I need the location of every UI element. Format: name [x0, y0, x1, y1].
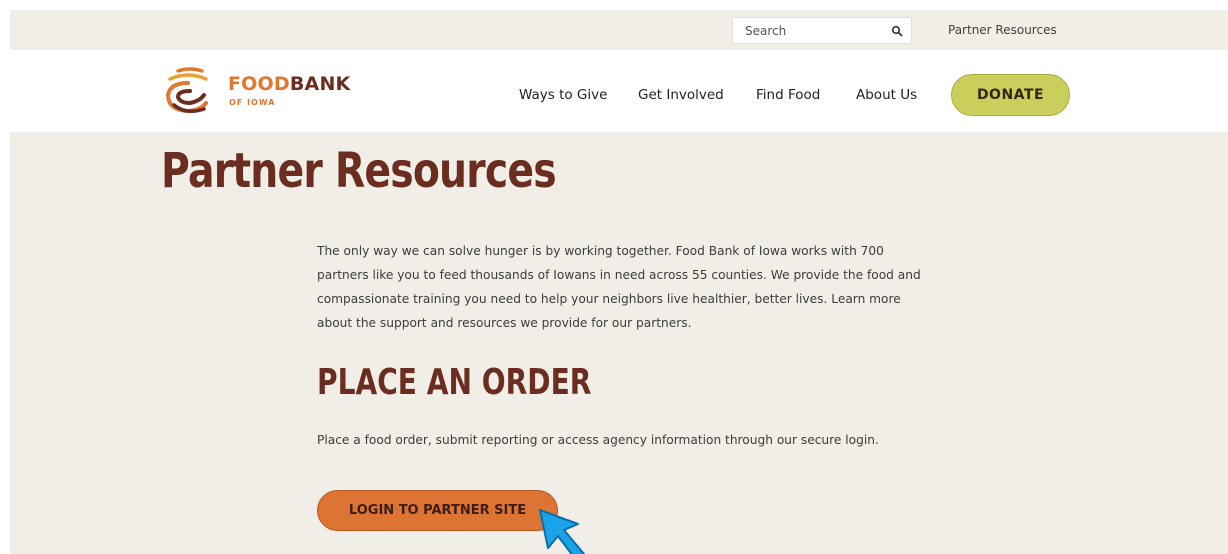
logo-subtitle: OF IOWA [229, 98, 276, 107]
nav-item-about-us[interactable]: About Us [856, 87, 917, 103]
search-input[interactable] [733, 18, 883, 43]
nav-item-get-involved[interactable]: Get Involved [638, 87, 724, 103]
logo-bank-text: BANK [289, 73, 351, 95]
main-nav: FOODBANK OF IOWA Ways to Give Get Involv… [10, 50, 1228, 132]
logo-food-text: FOOD [228, 73, 290, 95]
food-bank-logo-icon [165, 67, 208, 114]
logo-wordmark: FOODBANK [228, 73, 350, 95]
utility-bar: Partner Resources [10, 10, 1228, 50]
page-title: Partner Resources [161, 143, 557, 199]
search-box [732, 17, 912, 44]
search-icon [891, 25, 903, 36]
intro-paragraph: The only way we can solve hunger is by w… [317, 244, 921, 330]
order-description: Place a food order, submit reporting or … [317, 433, 879, 447]
nav-item-ways-to-give[interactable]: Ways to Give [519, 87, 607, 103]
partner-resources-link[interactable]: Partner Resources [948, 23, 1057, 37]
pointer-cursor-icon [539, 509, 585, 554]
donate-button[interactable]: DONATE [951, 74, 1070, 116]
login-partner-site-button[interactable]: LOGIN TO PARTNER SITE [317, 490, 558, 531]
search-button[interactable] [883, 18, 911, 43]
place-order-heading: PLACE AN ORDER [317, 362, 592, 403]
logo[interactable]: FOODBANK OF IOWA [160, 65, 360, 117]
page-frame: Partner Resources FOODBANK OF IOWA Ways … [10, 10, 1228, 554]
nav-item-find-food[interactable]: Find Food [756, 87, 820, 103]
